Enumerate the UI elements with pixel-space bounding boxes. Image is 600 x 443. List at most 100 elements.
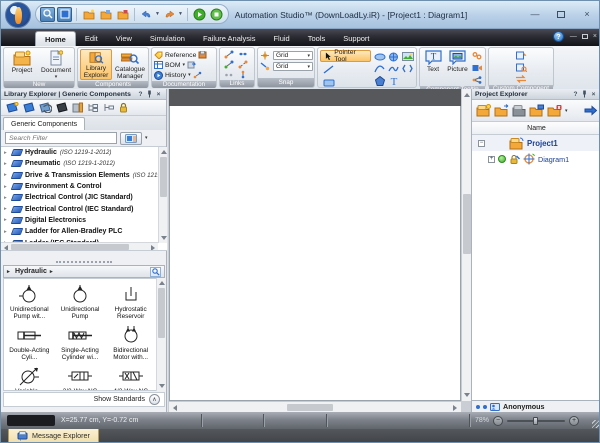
tree-item-digital-electronics[interactable]: ▸ Digital Electronics — [1, 215, 167, 226]
insert-image-tool[interactable] — [401, 51, 414, 62]
link-create-button[interactable] — [223, 49, 235, 59]
doc-restore-button[interactable] — [581, 34, 588, 39]
new-custom-component-button[interactable] — [515, 50, 527, 60]
close-library-button[interactable] — [56, 102, 68, 113]
close-project-item-button[interactable] — [512, 104, 526, 117]
link-break-button[interactable] — [237, 59, 249, 69]
tab-failure-analysis[interactable]: Failure Analysis — [194, 31, 265, 46]
project-tree-row-diagram1[interactable]: + Diagram1 — [472, 151, 599, 167]
save-project-item-button[interactable] — [529, 104, 544, 117]
tab-simulation[interactable]: Simulation — [141, 31, 194, 46]
draw-pentagon-tool[interactable] — [373, 75, 386, 86]
search-input[interactable] — [5, 132, 117, 144]
component-double-acting-cylinder[interactable]: Double-Acting Cyli... — [4, 320, 55, 361]
tooltip-text-button[interactable]: T Text — [422, 49, 444, 80]
category-dropdown-bar[interactable]: ▸ Hydraulic ▸ — [3, 265, 165, 278]
delete-project-item-button[interactable] — [547, 104, 562, 117]
tooltip-picture-button[interactable]: Picture — [446, 49, 469, 80]
component-variable-pump[interactable]: Variable... — [4, 361, 55, 390]
collapse-project-expander[interactable]: − — [478, 139, 485, 147]
tooltip-video-button[interactable] — [471, 63, 483, 73]
tab-generic-components[interactable]: Generic Components — [3, 117, 86, 130]
draw-ellipse-tool[interactable] — [373, 51, 386, 62]
tab-edit[interactable]: Edit — [76, 31, 107, 46]
tree-item-ladder-ab-plc[interactable]: ▸ Ladder for Allen-Bradley PLC — [1, 226, 167, 237]
tree-item-hydraulic[interactable]: ▸ Hydraulic (ISO 1219-1-2012) — [1, 147, 167, 158]
go-forward-button[interactable] — [584, 105, 597, 116]
search-more-dropdown[interactable]: ▾ — [145, 135, 148, 141]
zoom-tool-button[interactable] — [40, 6, 55, 22]
tab-tools[interactable]: Tools — [299, 31, 335, 46]
canvas-horizontal-scrollbar[interactable] — [169, 401, 461, 412]
tree-horizontal-scrollbar[interactable] — [1, 242, 158, 250]
draw-polygon-tool[interactable] — [387, 51, 400, 62]
name-column-header[interactable]: Name — [472, 122, 599, 135]
library-explorer-button[interactable]: Library Explorer — [80, 49, 113, 80]
import-library-button[interactable] — [39, 102, 52, 113]
doc-close-button[interactable]: × — [593, 33, 597, 40]
tab-view[interactable]: View — [107, 31, 141, 46]
zoom-out-button[interactable]: − — [493, 415, 504, 426]
reference-button[interactable]: Reference — [154, 50, 207, 60]
grid-select-2[interactable]: Grid ▾ — [273, 62, 313, 71]
component-hydrostatic-reservoir[interactable]: Hydrostatic Reservoir — [105, 279, 156, 320]
tree-item-environment-control[interactable]: ▸ Environment & Control — [1, 181, 167, 192]
save-project-button[interactable] — [115, 7, 130, 22]
open-project-item-button[interactable] — [494, 104, 509, 117]
panel-pin-icon[interactable] — [145, 90, 154, 99]
tab-fluid[interactable]: Fluid — [264, 31, 298, 46]
draw-curve-tool[interactable] — [387, 63, 400, 74]
tree-item-electrical-jic[interactable]: ▸ Electrical Control (JIC Standard) — [1, 192, 167, 203]
draw-text-tool[interactable]: T — [387, 75, 400, 86]
show-standards-toggle[interactable]: ∧ — [149, 394, 160, 405]
bom-button[interactable]: BOM ▾ — [154, 60, 196, 70]
component-unidirectional-pump[interactable]: Unidirectional Pump — [55, 279, 106, 320]
doc-minimize-button[interactable]: — — [570, 33, 577, 40]
expand-tree-button[interactable] — [87, 102, 99, 113]
link-branch-button[interactable] — [237, 69, 249, 79]
draw-polyline-tool[interactable] — [401, 63, 414, 74]
snap-grid-icon[interactable] — [260, 51, 270, 60]
tree-item-drive-transmission[interactable]: ▸ Drive & Transmission Elements (ISO 1219… — [1, 170, 167, 181]
catalogue-manager-button[interactable]: Catalogue Manager — [114, 49, 146, 80]
link-node-button[interactable] — [223, 69, 235, 79]
tree-item-pneumatic[interactable]: ▸ Pneumatic (ISO 1219-1-2012) — [1, 158, 167, 169]
draw-arc-tool[interactable] — [373, 63, 386, 74]
tab-home[interactable]: Home — [35, 31, 76, 46]
panel-help-icon[interactable]: ? — [571, 90, 580, 99]
document-dropdown-arrow[interactable]: ▾ — [55, 74, 58, 80]
zoom-slider[interactable] — [507, 416, 566, 425]
edit-custom-component-button[interactable] — [515, 62, 527, 72]
minimize-button[interactable]: — — [527, 7, 543, 21]
new-document-ribbon-button[interactable]: Document ▾ — [40, 49, 72, 80]
component-4-2-way-valve[interactable]: 4/2-Way NC — [105, 361, 156, 390]
resize-grip[interactable] — [592, 420, 599, 428]
draw-line-tool[interactable] — [322, 64, 335, 75]
component-bidirectional-motor[interactable]: Bidirectional Motor with... — [105, 320, 156, 361]
open-library-button[interactable] — [23, 102, 35, 113]
undo-button[interactable] — [139, 7, 154, 22]
component-grid-scrollbar[interactable] — [156, 278, 165, 391]
panel-close-icon[interactable]: × — [154, 90, 163, 99]
canvas-vertical-scrollbar[interactable] — [461, 89, 471, 401]
new-project-ribbon-button[interactable]: Project — [6, 49, 38, 80]
tooltip-link-button[interactable] — [471, 51, 483, 61]
panel-help-icon[interactable]: ? — [136, 90, 145, 99]
snap-object-icon[interactable] — [260, 62, 270, 71]
link-align-button[interactable] — [237, 49, 249, 59]
grid-select-1[interactable]: Grid ▾ — [273, 51, 313, 60]
pointer-tool-button[interactable]: Pointer Tool — [320, 49, 371, 63]
draw-rectangle-tool[interactable] — [322, 77, 335, 88]
diagram-page[interactable] — [169, 106, 461, 401]
component-single-acting-cylinder[interactable]: Single-Acting Cylinder wi... — [55, 320, 106, 361]
tree-vertical-scrollbar[interactable] — [158, 147, 167, 243]
panel-close-icon[interactable]: × — [589, 90, 598, 99]
project-toolbar-more[interactable]: ▾ — [565, 108, 568, 114]
tab-support[interactable]: Support — [334, 31, 378, 46]
tree-item-electrical-iec[interactable]: ▸ Electrical Control (IEC Standard) — [1, 203, 167, 214]
new-project-item-button[interactable] — [476, 104, 491, 117]
maximize-button[interactable] — [553, 7, 569, 21]
lock-library-button[interactable] — [119, 102, 128, 113]
close-button[interactable]: × — [579, 7, 595, 21]
zoom-in-button[interactable]: + — [569, 415, 580, 426]
